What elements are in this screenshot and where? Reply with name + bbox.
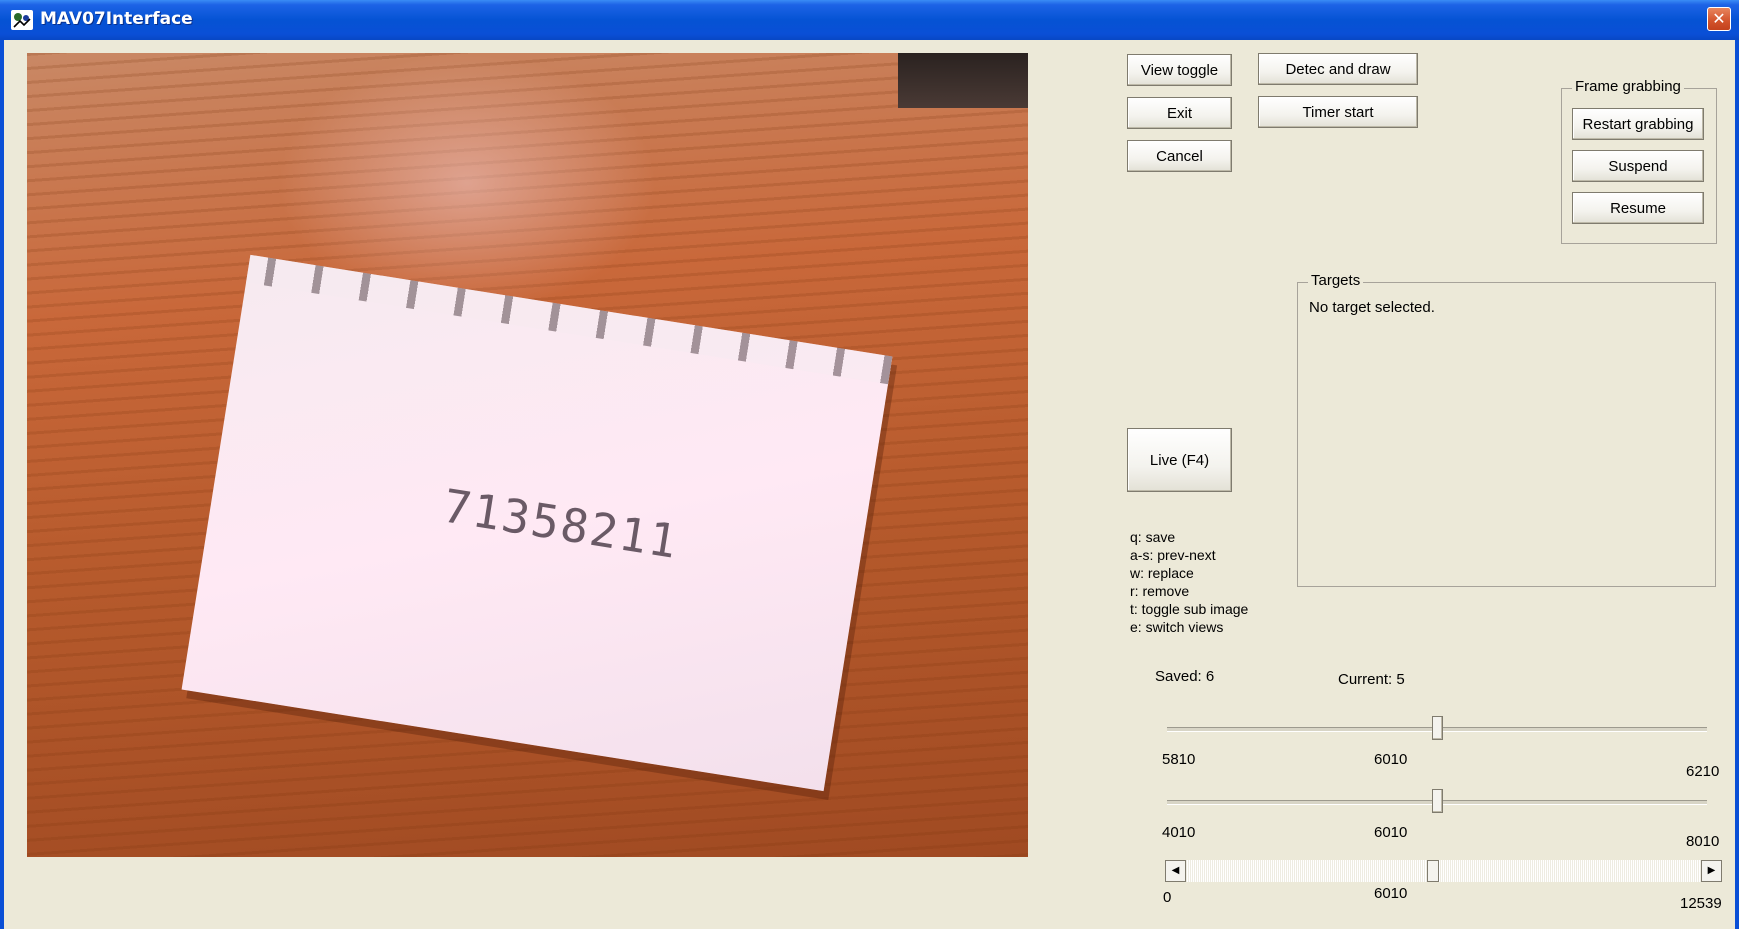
live-button[interactable]: Live (F4): [1127, 428, 1232, 492]
scroll-left-icon[interactable]: ◀: [1165, 860, 1186, 882]
title-bar[interactable]: MAV07Interface ✕: [0, 0, 1739, 40]
close-icon[interactable]: ✕: [1707, 7, 1731, 31]
slider2-thumb[interactable]: [1431, 789, 1443, 813]
shortcut-list: q: save a-s: prev-next w: replace r: rem…: [1130, 528, 1248, 636]
slider2-min-label: 4010: [1162, 824, 1196, 841]
camera-view[interactable]: 71358211: [27, 53, 1028, 857]
cancel-button[interactable]: Cancel: [1127, 140, 1232, 172]
shortcut-item: w: replace: [1130, 565, 1194, 581]
shortcut-item: r: remove: [1130, 583, 1190, 599]
shortcut-item: q: save: [1130, 529, 1176, 545]
camera-background-object: [898, 53, 1028, 108]
slider1-thumb[interactable]: [1431, 716, 1443, 740]
slider1-max-label: 6210: [1686, 763, 1720, 780]
shortcut-item: t: toggle sub image: [1130, 601, 1249, 617]
current-index-label: Current: 5: [1338, 671, 1405, 688]
slider2-max-label: 8010: [1686, 833, 1720, 850]
frame-grabbing-caption: Frame grabbing: [1572, 78, 1684, 95]
exit-button[interactable]: Exit: [1127, 97, 1232, 129]
detect-and-draw-button[interactable]: Detec and draw: [1258, 53, 1418, 85]
window-title: MAV07Interface: [40, 9, 193, 29]
targets-group: Targets No target selected.: [1297, 272, 1716, 587]
app-window: MAV07Interface ✕ 71358211 View toggle Ex…: [0, 0, 1739, 929]
scroll-max-label: 12539: [1680, 895, 1722, 912]
restart-grabbing-button[interactable]: Restart grabbing: [1572, 108, 1704, 140]
shortcut-item: e: switch views: [1130, 619, 1224, 635]
frame-grabbing-group: Frame grabbing Restart grabbing Suspend …: [1561, 78, 1717, 244]
scroll-min-label: 0: [1163, 889, 1172, 906]
camera-paper-number: 71358211: [439, 478, 683, 570]
targets-caption: Targets: [1308, 272, 1364, 289]
app-icon: [11, 10, 33, 30]
suspend-button[interactable]: Suspend: [1572, 150, 1704, 182]
targets-text: No target selected.: [1309, 299, 1435, 316]
slider1-value-label: 6010: [1374, 751, 1408, 768]
view-toggle-button[interactable]: View toggle: [1127, 54, 1232, 86]
scroll-right-icon[interactable]: ▶: [1701, 860, 1722, 882]
timer-start-button[interactable]: Timer start: [1258, 96, 1418, 128]
camera-paper-sheet: 71358211: [181, 254, 893, 792]
slider1-min-label: 5810: [1162, 751, 1196, 768]
slider2-value-label: 6010: [1374, 824, 1408, 841]
resume-button[interactable]: Resume: [1572, 192, 1704, 224]
shortcut-item: a-s: prev-next: [1130, 547, 1216, 563]
frame-scrollbar[interactable]: ◀ ▶: [1165, 860, 1722, 882]
scroll-value-label: 6010: [1374, 885, 1408, 902]
scrollbar-thumb[interactable]: [1426, 860, 1439, 882]
saved-count-label: Saved: 6: [1155, 668, 1215, 685]
client-area: 71358211 View toggle Exit Cancel Detec a…: [4, 40, 1735, 929]
